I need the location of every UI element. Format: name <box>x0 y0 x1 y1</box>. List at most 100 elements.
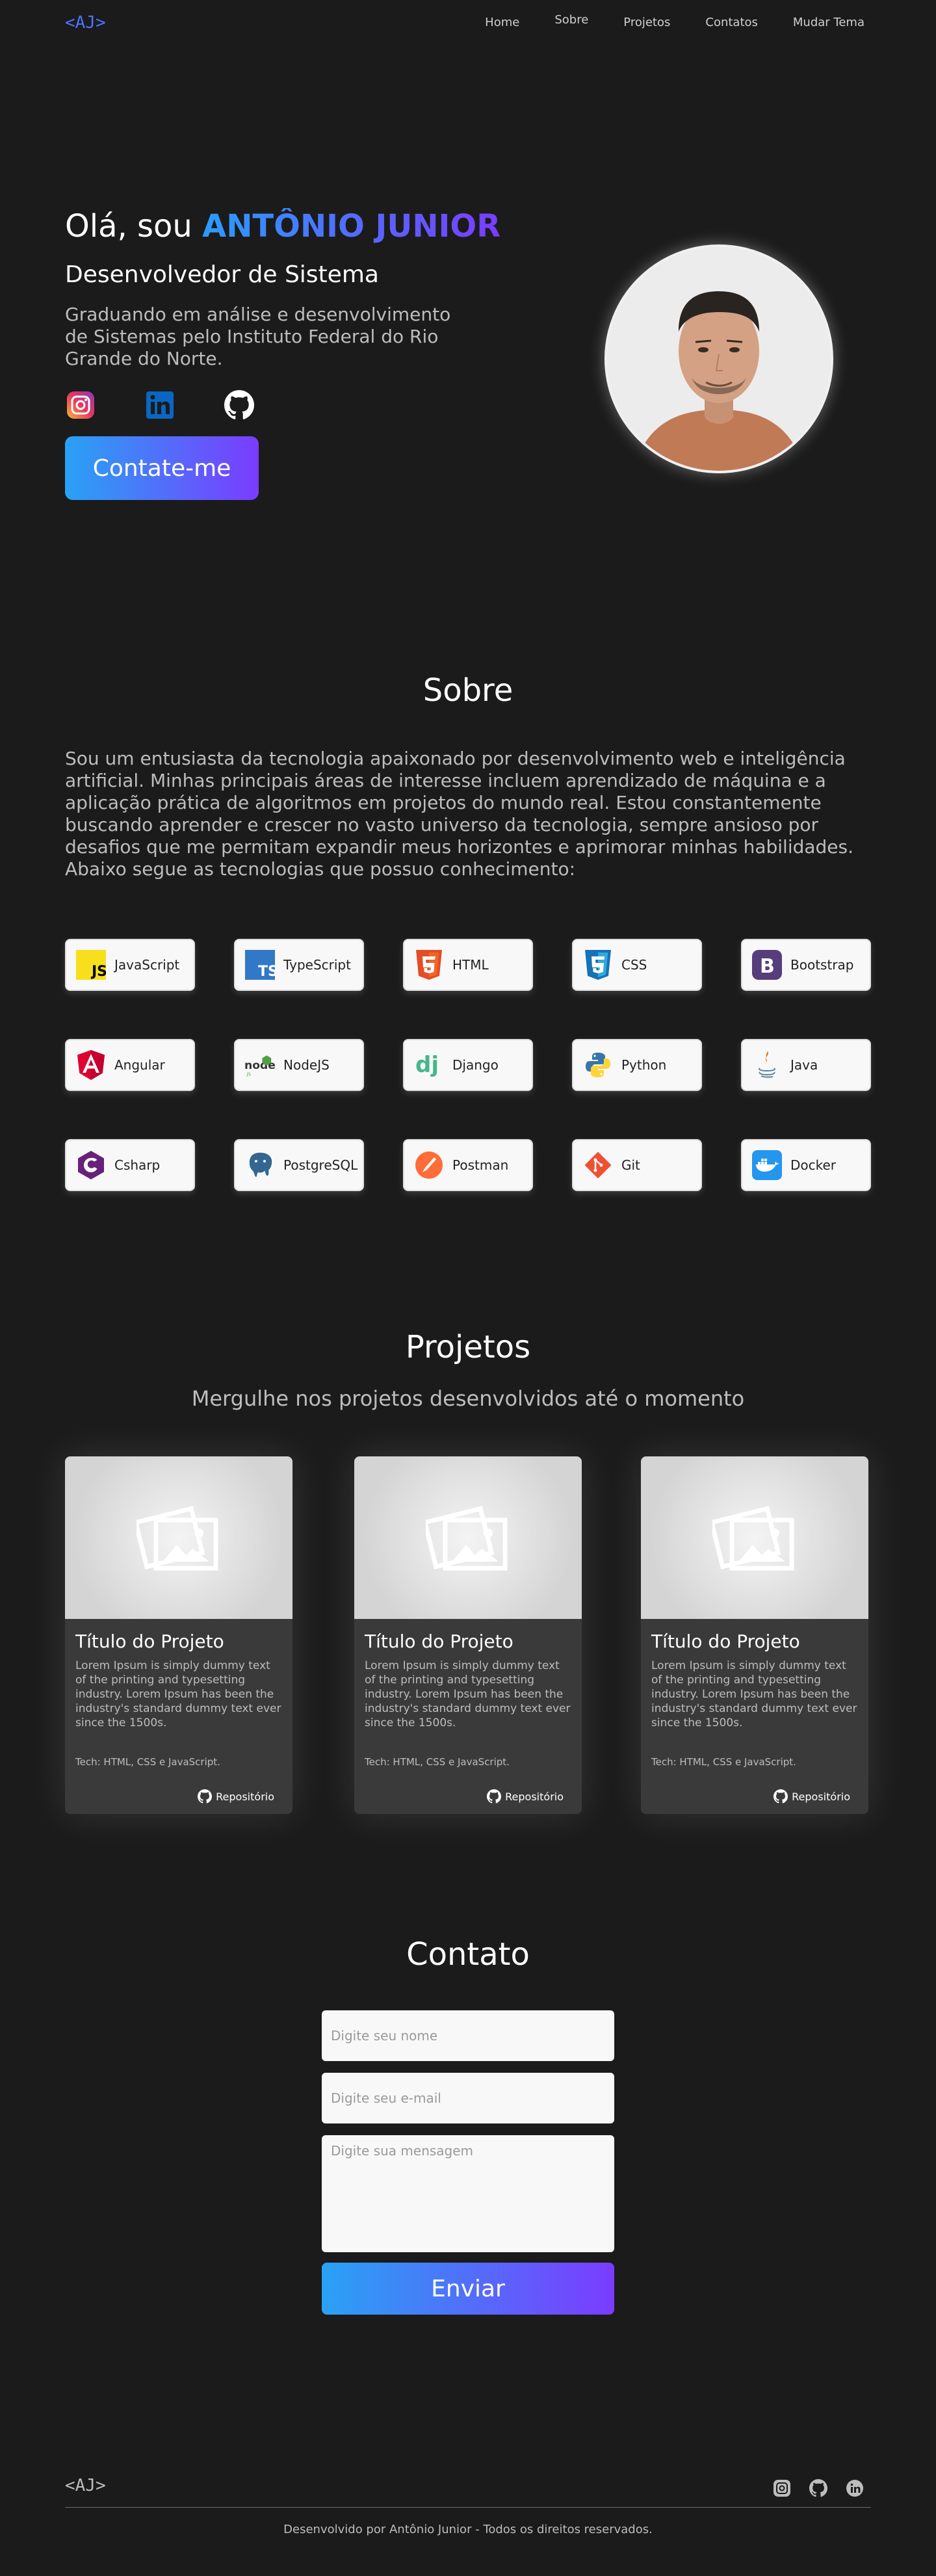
github-icon[interactable] <box>224 389 255 421</box>
repository-link[interactable]: Repositório <box>774 1789 850 1804</box>
tech-label: PostgreSQL <box>283 1157 358 1173</box>
tech-label: JavaScript <box>114 957 180 973</box>
project-tech: Tech: HTML, CSS e JavaScript. <box>651 1756 796 1768</box>
project-image <box>641 1456 868 1619</box>
svg-text:TS: TS <box>258 964 275 980</box>
postman-icon <box>413 1150 445 1181</box>
project-tech: Tech: HTML, CSS e JavaScript. <box>75 1756 220 1768</box>
tech-label: NodeJS <box>283 1057 330 1073</box>
projects-title: Projetos <box>405 1329 531 1365</box>
tech-label: Java <box>790 1057 818 1073</box>
svg-text:dj: dj <box>415 1052 439 1078</box>
tech-typescript: TS TypeScript <box>234 939 364 991</box>
github-icon <box>487 1789 502 1804</box>
project-card: Título do Projeto Lorem Ipsum is simply … <box>65 1456 292 1814</box>
hero-section: Olá, sou ANTÔNIO JUNIOR Desenvolvedor de… <box>65 208 507 500</box>
hero-heading: Olá, sou ANTÔNIO JUNIOR <box>65 208 507 244</box>
tech-label: HTML <box>452 957 489 973</box>
postgresql-icon <box>244 1150 276 1181</box>
footer-logo[interactable]: <AJ> <box>65 2476 106 2495</box>
hero-greeting: Olá, sou <box>65 208 203 244</box>
bootstrap-icon: B <box>751 949 783 980</box>
tech-java: Java <box>741 1039 871 1091</box>
project-description: Lorem Ipsum is simply dummy text of the … <box>651 1659 857 1729</box>
main-nav: Home Sobre Projetos Contatos Mudar Tema <box>485 13 864 29</box>
linkedin-icon[interactable] <box>845 2478 864 2498</box>
svg-text:JS: JS <box>246 1071 250 1077</box>
java-icon <box>751 1049 783 1081</box>
nav-projetos[interactable]: Projetos <box>623 16 670 29</box>
header: <AJ> Home Sobre Projetos Contatos Mudar … <box>0 0 936 47</box>
image-placeholder-icon <box>426 1506 508 1571</box>
tech-label: Bootstrap <box>790 957 854 973</box>
footer-social-links <box>772 2478 864 2498</box>
typescript-icon: TS <box>244 949 276 980</box>
docker-icon <box>751 1150 783 1181</box>
git-icon <box>582 1150 614 1181</box>
project-description: Lorem Ipsum is simply dummy text of the … <box>365 1659 571 1729</box>
angular-icon <box>75 1049 107 1081</box>
tech-label: CSS <box>621 957 647 973</box>
project-image <box>354 1456 582 1619</box>
tech-label: Angular <box>114 1057 165 1073</box>
about-title: Sobre <box>422 672 514 709</box>
nav-mudar-tema[interactable]: Mudar Tema <box>793 16 864 29</box>
python-icon <box>582 1049 614 1081</box>
project-tech: Tech: HTML, CSS e JavaScript. <box>365 1756 510 1768</box>
tech-html: HTML <box>403 939 533 991</box>
tech-python: Python <box>572 1039 702 1091</box>
logo[interactable]: <AJ> <box>65 13 106 33</box>
html5-icon <box>413 949 445 980</box>
project-title: Título do Projeto <box>365 1631 514 1652</box>
tech-django: dj Django <box>403 1039 533 1091</box>
footer-copyright: Desenvolvido por Antônio Junior - Todos … <box>283 2523 653 2536</box>
nodejs-icon: node JS <box>244 1049 276 1081</box>
social-links <box>65 389 507 421</box>
avatar <box>604 244 833 473</box>
project-card: Título do Projeto Lorem Ipsum is simply … <box>354 1456 582 1814</box>
tech-postgresql: PostgreSQL <box>234 1139 364 1191</box>
tech-docker: Docker <box>741 1139 871 1191</box>
tech-postman: Postman <box>403 1139 533 1191</box>
tech-label: Python <box>621 1057 667 1073</box>
tech-css: CSS <box>572 939 702 991</box>
project-title: Título do Projeto <box>75 1631 224 1652</box>
svg-text:B: B <box>760 955 775 978</box>
nav-contatos[interactable]: Contatos <box>705 16 758 29</box>
project-title: Título do Projeto <box>651 1631 800 1652</box>
csharp-icon <box>75 1150 107 1181</box>
repository-label: Repositório <box>792 1790 850 1803</box>
linkedin-icon[interactable] <box>144 389 176 421</box>
repository-link[interactable]: Repositório <box>198 1789 274 1804</box>
email-input[interactable] <box>322 2073 614 2123</box>
repository-label: Repositório <box>505 1790 564 1803</box>
project-description: Lorem Ipsum is simply dummy text of the … <box>75 1659 281 1729</box>
message-textarea[interactable] <box>322 2135 614 2252</box>
instagram-icon[interactable] <box>65 389 96 421</box>
django-icon: dj <box>413 1049 445 1081</box>
about-text: Sou um entusiasta da tecnologia apaixona… <box>65 748 854 880</box>
project-image <box>65 1456 292 1619</box>
image-placeholder-icon <box>136 1506 218 1571</box>
footer-divider <box>65 2507 871 2508</box>
image-placeholder-icon <box>712 1506 794 1571</box>
github-icon[interactable] <box>809 2478 828 2498</box>
nav-home[interactable]: Home <box>485 16 519 29</box>
nav-sobre[interactable]: Sobre <box>554 13 588 29</box>
instagram-icon[interactable] <box>772 2478 792 2498</box>
projects-subtitle: Mergulhe nos projetos desenvolvidos até … <box>191 1386 745 1411</box>
hero-name: ANTÔNIO JUNIOR <box>202 208 501 244</box>
tech-label: Csharp <box>114 1157 161 1173</box>
repository-label: Repositório <box>216 1790 274 1803</box>
tech-bootstrap: B Bootstrap <box>741 939 871 991</box>
send-button[interactable]: Enviar <box>322 2263 614 2315</box>
tech-csharp: Csharp <box>65 1139 195 1191</box>
name-input[interactable] <box>322 2010 614 2061</box>
tech-label: Git <box>621 1157 640 1173</box>
tech-javascript: JS JavaScript <box>65 939 195 991</box>
contact-me-button[interactable]: Contate-me <box>65 436 259 500</box>
css3-icon <box>582 949 614 980</box>
repository-link[interactable]: Repositório <box>487 1789 564 1804</box>
tech-label: Postman <box>452 1157 509 1173</box>
tech-label: TypeScript <box>283 957 351 973</box>
